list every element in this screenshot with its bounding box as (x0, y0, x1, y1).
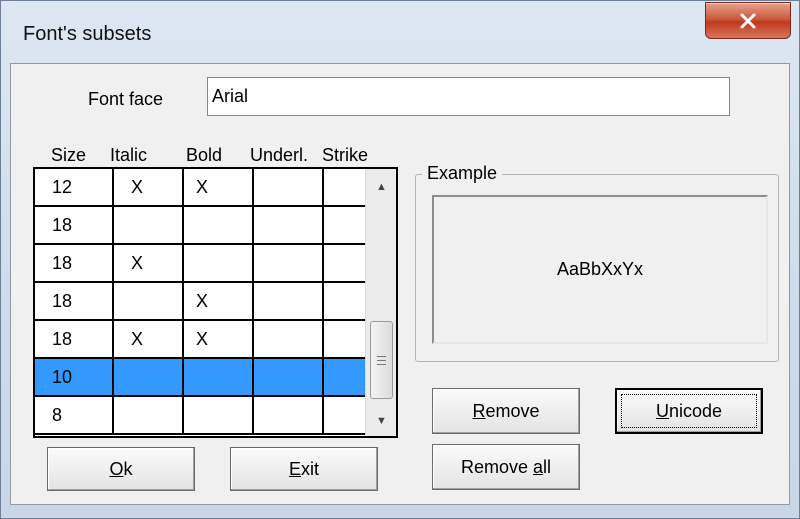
column-header-underline: Underl. (250, 145, 309, 165)
size-cell: 18 (35, 321, 114, 357)
strike-cell (324, 207, 365, 243)
font-face-input[interactable] (207, 77, 730, 116)
table-row-selected[interactable]: 10 (35, 359, 365, 397)
bold-cell (184, 245, 254, 281)
strike-cell (324, 169, 365, 205)
underline-cell (254, 359, 324, 395)
underline-cell (254, 169, 324, 205)
example-sample-text: AaBbXxYx (556, 259, 644, 279)
scroll-thumb[interactable] (370, 321, 393, 399)
table-row[interactable]: 18 X (35, 283, 365, 321)
exit-accel: E (288, 458, 301, 479)
bold-cell (184, 207, 254, 243)
italic-cell: X (114, 169, 184, 205)
ok-accel: O (109, 458, 124, 479)
scroll-down-arrow-icon[interactable]: ▼ (366, 411, 396, 431)
font-subsets-grid[interactable]: 12 X X 18 18 X 18 X 18 X X 10 8 ▲ ▼ (33, 167, 398, 438)
size-cell: 12 (35, 169, 114, 205)
underline-cell (254, 321, 324, 357)
example-preview: AaBbXxYx (432, 195, 768, 344)
grip-icon (377, 355, 386, 365)
grid-scrollbar[interactable]: ▲ ▼ (365, 169, 396, 436)
table-row[interactable]: 18 (35, 207, 365, 245)
unicode-button[interactable]: Unicode (615, 388, 763, 434)
strike-cell (324, 245, 365, 281)
remove-button[interactable]: Remove (432, 388, 580, 434)
strike-cell (324, 397, 365, 433)
table-row[interactable]: 12 X X (35, 169, 365, 207)
italic-cell (114, 207, 184, 243)
italic-cell: X (114, 245, 184, 281)
remove-all-button[interactable]: Remove a ll (432, 444, 580, 490)
font-face-label: Font face (88, 89, 164, 109)
close-button[interactable] (705, 2, 791, 39)
strike-cell (324, 283, 365, 319)
remove-all-label-pre: Remove (460, 456, 533, 477)
title-bar[interactable]: Font's subsets (1, 1, 800, 63)
size-cell: 18 (35, 245, 114, 281)
remove-label-rest: emove (485, 400, 540, 421)
bold-cell: X (184, 169, 254, 205)
italic-cell: X (114, 321, 184, 357)
strike-cell (324, 321, 365, 357)
size-cell: 18 (35, 283, 114, 319)
column-header-strike: Strike (322, 145, 369, 165)
unicode-label-rest: nicode (668, 400, 723, 421)
table-row[interactable]: 8 (35, 397, 365, 435)
exit-label-rest: xit (301, 458, 319, 479)
ok-button[interactable]: Ok (47, 447, 195, 491)
unicode-accel: U (655, 400, 669, 421)
scroll-up-arrow-icon[interactable]: ▲ (366, 177, 396, 197)
underline-cell (254, 397, 324, 433)
table-row[interactable]: 18 X (35, 245, 365, 283)
window-title: Font's subsets (23, 23, 152, 45)
bold-cell (184, 359, 254, 395)
column-header-size: Size (51, 145, 87, 165)
column-header-bold: Bold (186, 145, 223, 165)
ok-label-rest: k (123, 458, 133, 479)
underline-cell (254, 245, 324, 281)
bold-cell: X (184, 321, 254, 357)
bold-cell (184, 397, 254, 433)
column-header-italic: Italic (110, 145, 148, 165)
strike-cell (324, 359, 365, 395)
table-row[interactable]: 18 X X (35, 321, 365, 359)
italic-cell (114, 283, 184, 319)
italic-cell (114, 397, 184, 433)
bold-cell: X (184, 283, 254, 319)
size-cell: 10 (35, 359, 114, 395)
underline-cell (254, 207, 324, 243)
exit-button[interactable]: Exit (230, 447, 378, 491)
remove-all-label-rest: ll (543, 456, 552, 477)
close-icon (740, 13, 756, 28)
size-cell: 8 (35, 397, 114, 433)
example-group-label: Example (422, 163, 503, 184)
remove-all-accel: a (533, 456, 544, 477)
size-cell: 18 (35, 207, 114, 243)
italic-cell (114, 359, 184, 395)
remove-accel: R (472, 400, 486, 421)
underline-cell (254, 283, 324, 319)
